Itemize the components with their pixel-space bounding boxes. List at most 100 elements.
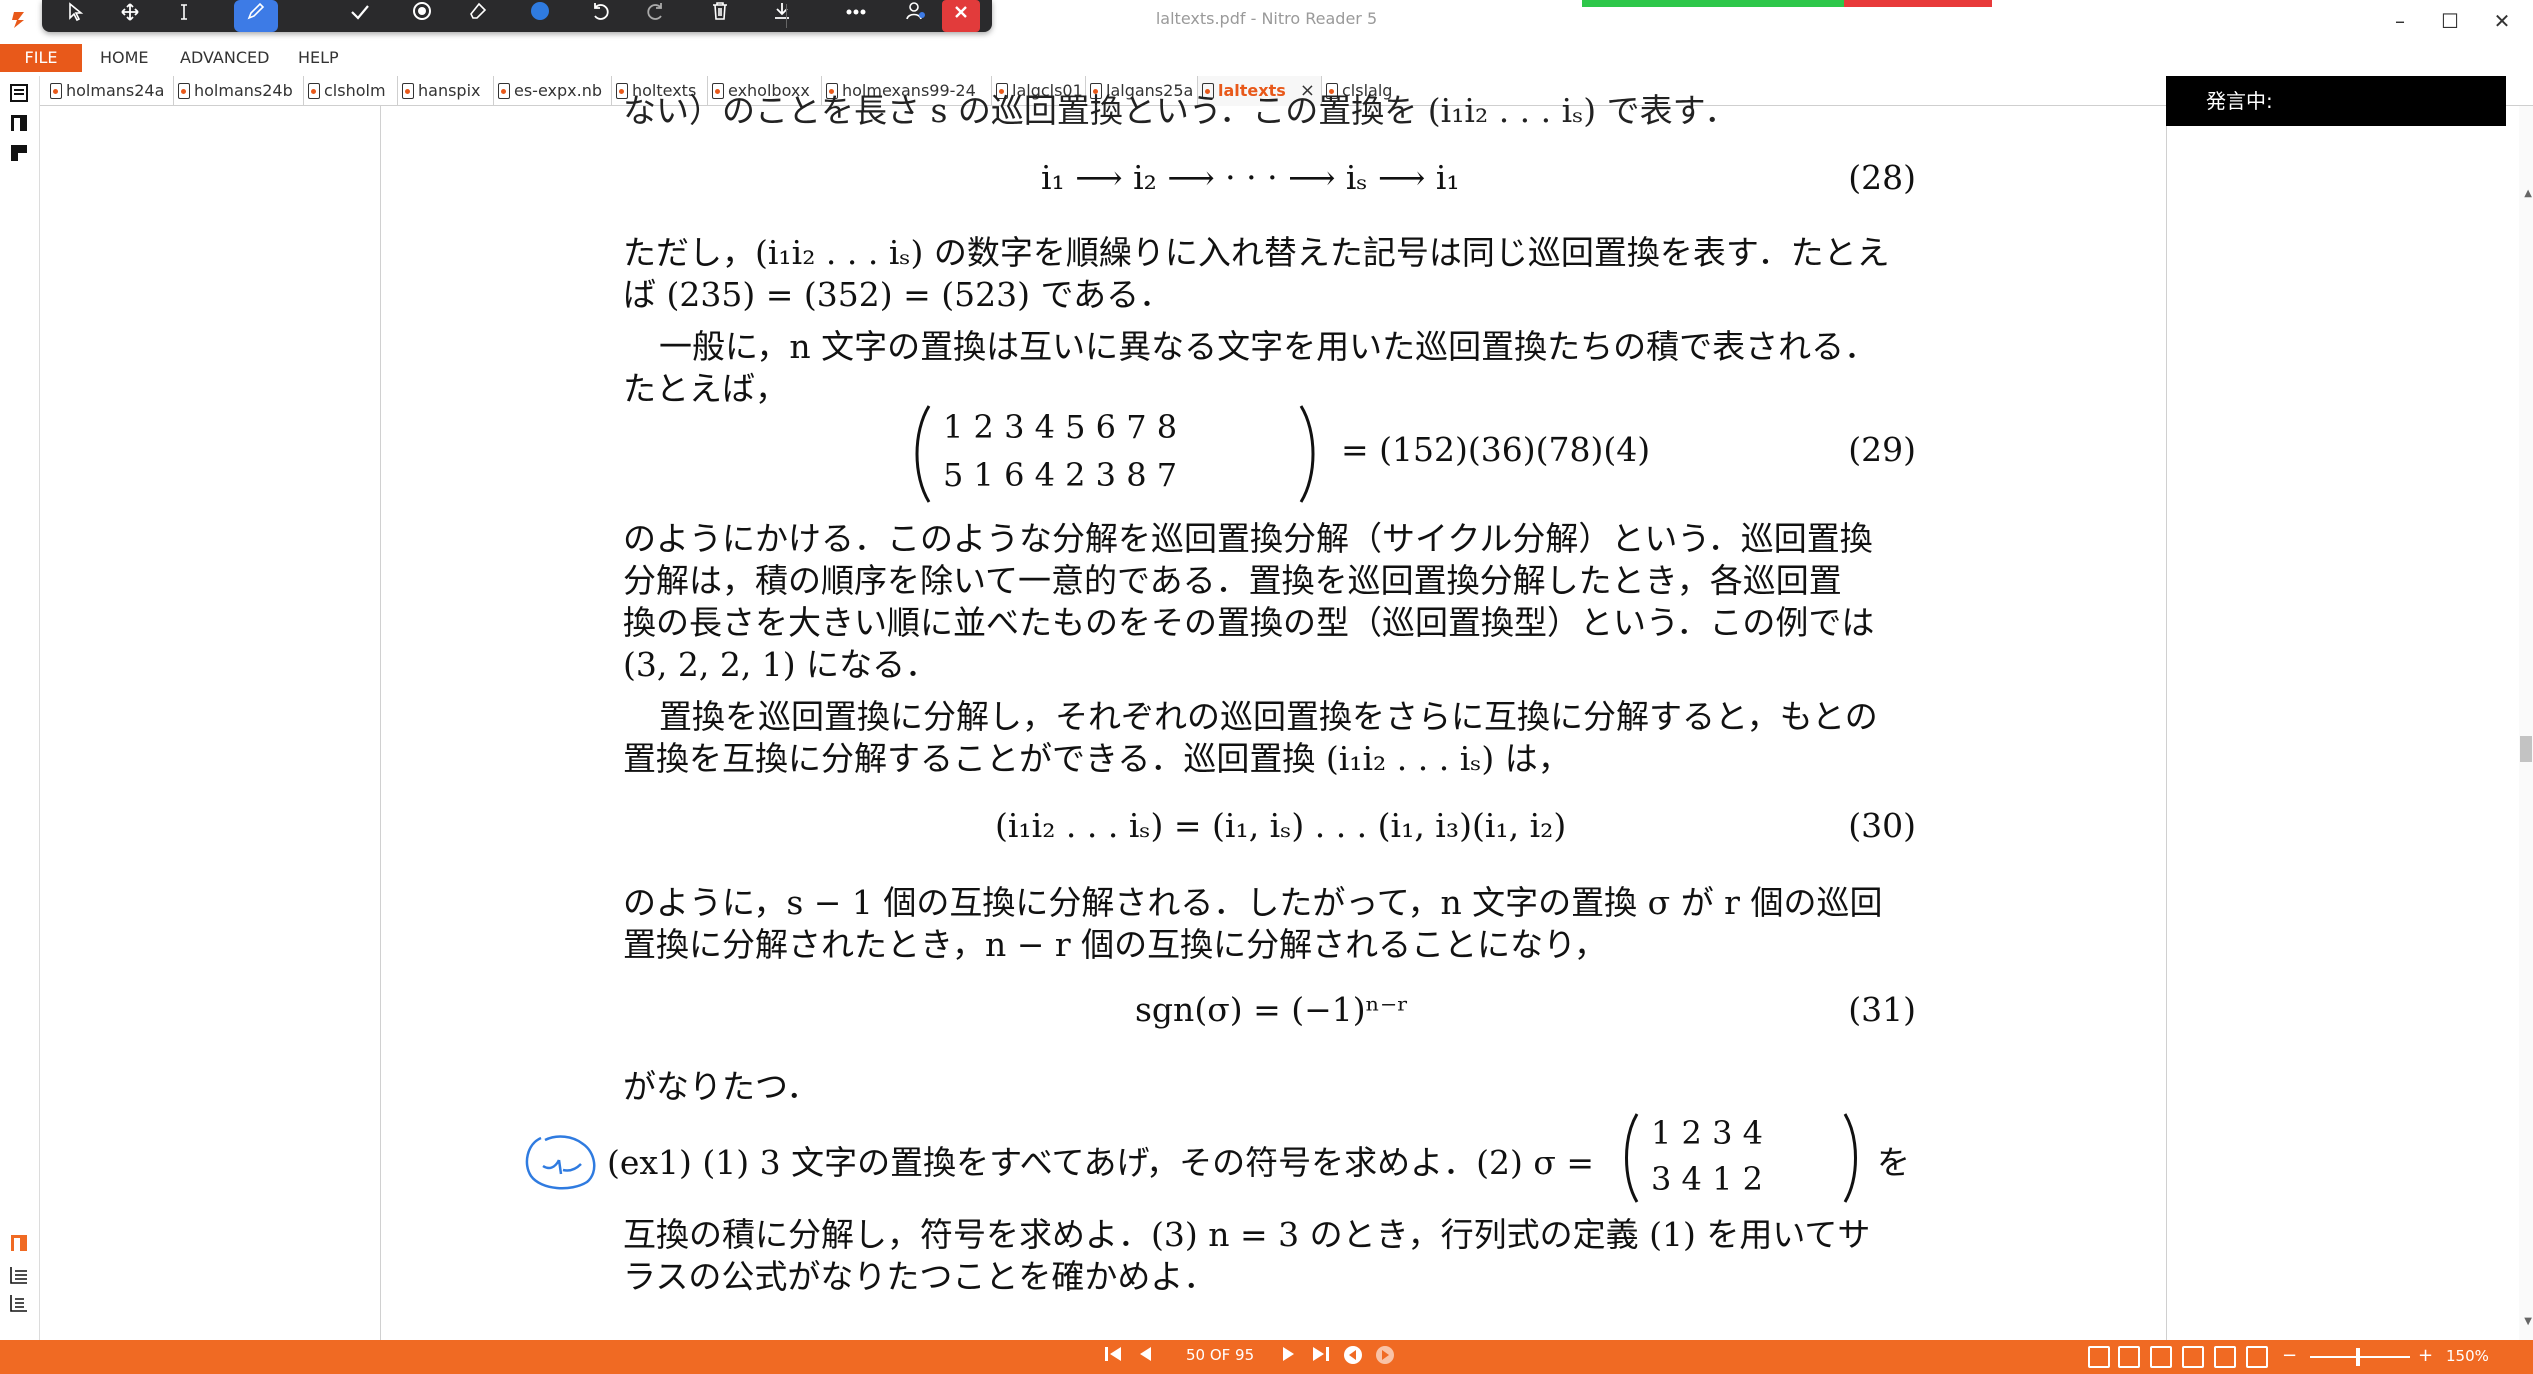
layers-panel-icon[interactable] — [8, 1264, 30, 1286]
paragraph-line: 換の長さを大きい順に並べたものをその置換の型（巡回置換型）という．この例では — [623, 603, 1875, 642]
scroll-up-icon[interactable]: ▲ — [2524, 188, 2532, 199]
status-strip — [1582, 0, 1992, 7]
paragraph-line: 置換を巡回置換に分解し，それぞれの巡回置換をさらに互換に分解すると，もとの — [659, 697, 1878, 736]
pdf-page: ない）のことを長さ s の巡回置換という．この置換を (i₁i₂ . . . i… — [380, 91, 2167, 1340]
handwritten-annotation-icon[interactable] — [521, 1130, 601, 1194]
speech-status-popup: 発言中: — [2166, 76, 2506, 126]
maximize-button[interactable]: ☐ — [2430, 6, 2470, 36]
facing-view-icon[interactable] — [2150, 1346, 2172, 1368]
redo-icon[interactable] — [634, 0, 678, 32]
paragraph-line: 一般に，n 文字の置換は互いに異なる文字を用いた巡回置換たちの積で表される． — [659, 327, 1878, 366]
zoom-slider[interactable] — [2310, 1356, 2410, 1358]
tab-clsholm[interactable]: clsholm — [304, 76, 398, 106]
pdf-file-icon — [50, 83, 62, 99]
tab-label: holmans24a — [66, 81, 165, 100]
minimize-button[interactable]: – — [2380, 6, 2420, 36]
zoom-slider-thumb[interactable] — [2356, 1348, 2360, 1366]
tab-label: holmans24b — [194, 81, 293, 100]
fit-width-icon[interactable] — [2214, 1346, 2236, 1368]
delete-icon[interactable] — [698, 0, 742, 32]
exercise-tail: を — [1877, 1143, 1910, 1182]
exercise-line: 互換の積に分解し，符号を求めよ．(3) n = 3 のとき，行列式の定義 (1)… — [623, 1215, 1871, 1254]
equation-30: (i₁i₂ . . . iₛ) = (i₁, iₛ) . . . (i₁, i₃… — [995, 806, 1567, 845]
menu-advanced[interactable]: ADVANCED — [168, 44, 281, 72]
tab-es-expx[interactable]: es-expx.nb — [494, 76, 612, 106]
vertical-scrollbar[interactable]: ▲ ▼ — [2519, 106, 2533, 1340]
matrix-row-2: 5 1 6 4 2 3 8 7 — [943, 456, 1178, 494]
first-page-icon[interactable] — [1100, 1344, 1126, 1370]
equation-29-rhs: = (152)(36)(78)(4) — [1341, 430, 1651, 469]
scroll-down-icon[interactable]: ▼ — [2524, 1316, 2532, 1327]
left-sidebar — [0, 76, 40, 1340]
status-bar: 50 OF 95 − + 150% — [0, 1340, 2533, 1374]
previous-page-icon[interactable] — [1132, 1344, 1158, 1370]
exercise-lead: (ex1) (1) 3 文字の置換をすべてあげ，その符号を求めよ．(2) σ = — [607, 1143, 1595, 1182]
equation-number-29: (29) — [1848, 430, 1916, 469]
check-icon[interactable] — [338, 0, 382, 32]
tab-holmans24b[interactable]: holmans24b — [174, 76, 304, 106]
equation-number-31: (31) — [1848, 990, 1916, 1029]
close-window-button[interactable]: ✕ — [2482, 6, 2522, 36]
select-arrow-icon[interactable] — [54, 0, 98, 32]
document-viewport: ない）のことを長さ s の巡回置換という．この置換を (i₁i₂ . . . i… — [40, 91, 2522, 1340]
tab-label: hanspix — [418, 81, 481, 100]
pdf-file-icon — [498, 83, 510, 99]
color-picker-icon[interactable] — [518, 0, 562, 32]
tab-label: es-expx.nb — [514, 81, 602, 100]
save-download-icon[interactable] — [760, 0, 804, 32]
previous-view-icon[interactable] — [1340, 1344, 1366, 1370]
scroll-thumb[interactable] — [2520, 736, 2532, 762]
zoom-out-button[interactable]: − — [2282, 1345, 2297, 1366]
pages-panel-icon[interactable] — [8, 82, 30, 104]
matrix-row-1: 1 2 3 4 5 6 7 8 — [943, 408, 1178, 446]
zoom-level[interactable]: 150% — [2446, 1347, 2489, 1365]
pdf-file-icon — [402, 83, 414, 99]
paragraph-line: 置換に分解されたとき，n − r 個の互換に分解されることになり， — [623, 925, 1607, 964]
paragraph-line: 置換を互換に分解することができる．巡回置換 (i₁i₂ . . . iₛ) は， — [623, 739, 1571, 778]
attachments-panel-icon[interactable] — [8, 1292, 30, 1314]
paragraph-line: たとえば， — [623, 369, 788, 408]
equation-number-30: (30) — [1848, 806, 1916, 845]
menu-help[interactable]: HELP — [286, 44, 351, 72]
pan-icon[interactable] — [108, 0, 152, 32]
next-page-icon[interactable] — [1276, 1344, 1302, 1370]
text-cursor-icon[interactable] — [162, 0, 206, 32]
zoom-in-button[interactable]: + — [2418, 1345, 2433, 1366]
ribbon-menu: FILE HOME ADVANCED HELP — [0, 44, 2533, 72]
annotation-toolbar — [42, 0, 992, 32]
matrix-row-2: 3 4 1 2 — [1651, 1160, 1763, 1198]
toolbar-divider — [786, 4, 787, 28]
exercise-line: ラスの公式がなりたつことを確かめよ． — [623, 1257, 1217, 1296]
pen-settings-icon[interactable] — [894, 0, 938, 32]
paragraph-line: 分解は，積の順序を除いて一意的である．置換を巡回置換分解したとき，各巡回置 — [623, 561, 1842, 600]
last-page-icon[interactable] — [1308, 1344, 1334, 1370]
facing-continuous-view-icon[interactable] — [2182, 1346, 2204, 1368]
pdf-file-icon — [178, 83, 190, 99]
permutation-matrix-29: 1 2 3 4 5 6 7 8 5 1 6 4 2 3 8 7 — [909, 402, 1329, 506]
fit-page-icon[interactable] — [2246, 1346, 2268, 1368]
eraser-icon[interactable] — [456, 0, 500, 32]
matrix-row-1: 1 2 3 4 — [1651, 1114, 1763, 1152]
continuous-view-icon[interactable] — [2118, 1346, 2140, 1368]
close-toolbar-icon[interactable] — [942, 0, 980, 32]
paragraph-line: がなりたつ． — [623, 1067, 820, 1106]
output-panel-icon[interactable] — [8, 1232, 30, 1254]
undo-icon[interactable] — [578, 0, 622, 32]
paragraph-line: のようにかける．このような分解を巡回置換分解（サイクル分解）という．巡回置換 — [623, 519, 1873, 558]
paragraph-line: のように，s − 1 個の互換に分解される．したがって，n 文字の置換 σ が … — [623, 883, 1883, 922]
menu-file[interactable]: FILE — [0, 44, 82, 72]
circle-tool-icon[interactable] — [400, 0, 444, 32]
tab-holmans24a[interactable]: holmans24a — [46, 76, 174, 106]
single-page-view-icon[interactable] — [2088, 1346, 2110, 1368]
menu-home[interactable]: HOME — [88, 44, 161, 72]
pen-icon[interactable] — [234, 0, 278, 32]
tab-hanspix[interactable]: hanspix — [398, 76, 494, 106]
next-view-icon[interactable] — [1372, 1344, 1398, 1370]
equation-31: sgn(σ) = (−1)ⁿ⁻ʳ — [1135, 990, 1409, 1029]
bookmarks-panel-icon[interactable] — [8, 112, 30, 134]
comments-panel-icon[interactable] — [8, 142, 30, 164]
equation-number-28: (28) — [1848, 158, 1916, 197]
paragraph-line: ただし，(i₁i₂ . . . iₛ) の数字を順繰りに入れ替えた記号は同じ巡回… — [623, 233, 1890, 272]
page-indicator[interactable]: 50 OF 95 — [1186, 1346, 1254, 1364]
more-options-icon[interactable] — [834, 0, 878, 32]
